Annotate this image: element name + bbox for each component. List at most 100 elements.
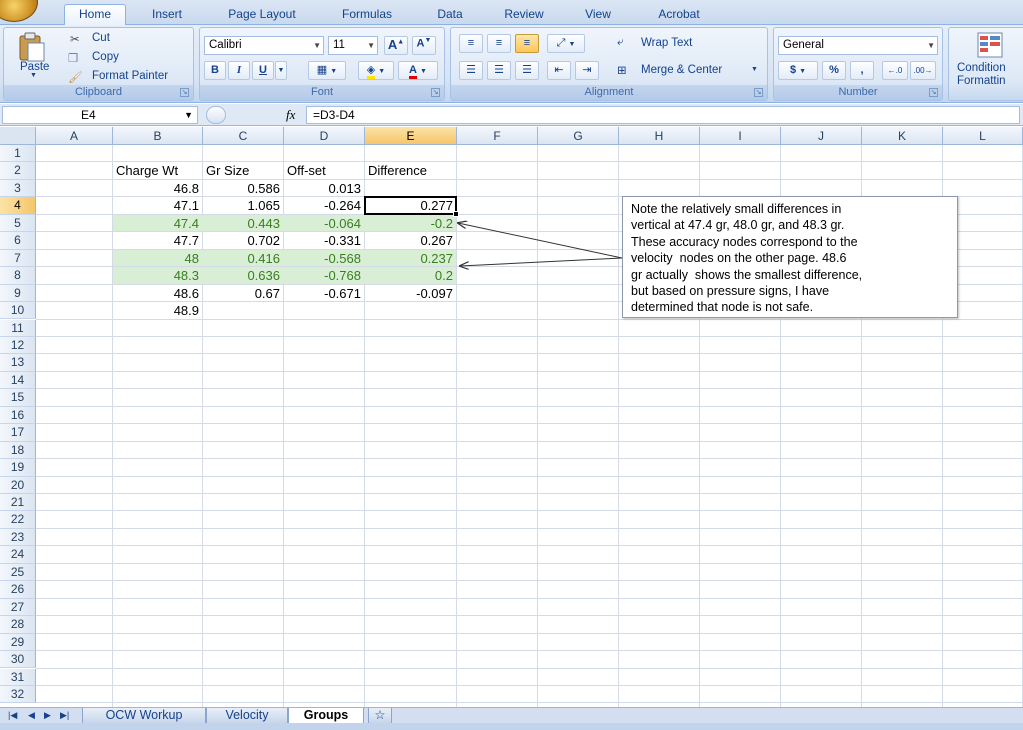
cell-b10[interactable]: 48.9 xyxy=(113,302,202,319)
cell-c6[interactable]: 0.702 xyxy=(203,232,283,249)
row-header-26[interactable]: 26 xyxy=(0,581,36,599)
row-header-6[interactable]: 6 xyxy=(0,232,36,250)
cell-d2[interactable]: Off-set xyxy=(284,162,364,179)
row-header-13[interactable]: 13 xyxy=(0,354,36,372)
prev-sheet-icon[interactable]: ◀ xyxy=(28,710,35,721)
cell-d10[interactable] xyxy=(284,302,364,319)
cell-c4[interactable]: 1.065 xyxy=(203,197,283,214)
cell-d8[interactable]: -0.768 xyxy=(284,267,364,284)
column-header-d[interactable]: D xyxy=(284,127,365,145)
paste-icon[interactable] xyxy=(16,32,46,62)
cell-e7[interactable]: 0.237 xyxy=(365,250,456,267)
row-header-25[interactable]: 25 xyxy=(0,563,36,582)
cell-b6[interactable]: 47.7 xyxy=(113,232,202,249)
cell-d3[interactable]: 0.013 xyxy=(284,180,364,197)
cell-b5[interactable]: 47.4 xyxy=(113,215,202,232)
grow-font-button[interactable]: A▲ xyxy=(384,36,408,55)
cell-b3[interactable]: 46.8 xyxy=(113,180,202,197)
row-header-16[interactable]: 16 xyxy=(0,406,36,425)
cell-e6[interactable]: 0.267 xyxy=(365,232,456,249)
cell-e10[interactable] xyxy=(365,302,456,319)
cell-c8[interactable]: 0.636 xyxy=(203,267,283,284)
row-header-12[interactable]: 12 xyxy=(0,336,36,355)
dialog-launcher-icon[interactable]: ↘ xyxy=(431,88,440,97)
format-painter-button[interactable]: Format Painter xyxy=(92,70,168,82)
name-box[interactable]: E4 ▼ xyxy=(2,106,198,124)
row-header-21[interactable]: 21 xyxy=(0,494,36,512)
sheet-tab-ocw-workup[interactable]: OCW Workup xyxy=(82,708,206,724)
select-all-corner[interactable] xyxy=(0,127,36,145)
cell-b2[interactable]: Charge Wt xyxy=(113,162,202,179)
tab-review[interactable]: Review xyxy=(492,5,556,25)
font-color-button[interactable]: A ▼ xyxy=(398,61,438,80)
column-header-c[interactable]: C xyxy=(203,127,284,145)
cell-e2[interactable]: Difference xyxy=(365,162,456,179)
worksheet-grid[interactable]: A B C D E F G H I J K L 1 2 3 4 5 6 7 8 9 10 11 12 13 14 15 16 17 18 1… xyxy=(0,127,1023,707)
row-header-24[interactable]: 24 xyxy=(0,546,36,564)
row-header-22[interactable]: 22 xyxy=(0,511,36,529)
paste-dropdown-icon[interactable]: ▼ xyxy=(30,72,37,79)
borders-button[interactable]: ▦ ▼ xyxy=(308,61,346,80)
sheet-tab-groups[interactable]: Groups xyxy=(288,708,364,724)
column-header-a[interactable]: A xyxy=(36,127,113,145)
wrap-text-button[interactable]: Wrap Text xyxy=(641,37,692,49)
dialog-launcher-icon[interactable]: ↘ xyxy=(754,88,763,97)
cut-button[interactable]: Cut xyxy=(92,32,110,44)
column-header-g[interactable]: G xyxy=(538,127,619,145)
tab-formulas[interactable]: Formulas xyxy=(326,5,408,25)
increase-indent-button[interactable]: ⇥ xyxy=(575,61,599,80)
tab-acrobat[interactable]: Acrobat xyxy=(640,5,718,25)
cell-b4[interactable]: 47.1 xyxy=(113,197,202,214)
cell-d4[interactable]: -0.264 xyxy=(284,197,364,214)
chevron-down-icon[interactable]: ▼ xyxy=(367,37,375,54)
row-header-8[interactable]: 8 xyxy=(0,267,36,285)
row-header-11[interactable]: 11 xyxy=(0,319,36,337)
column-header-h[interactable]: H xyxy=(619,127,700,145)
conditional-formatting-button-line2[interactable]: Formattin xyxy=(957,75,1006,87)
cell-e3[interactable] xyxy=(365,180,456,197)
row-header-15[interactable]: 15 xyxy=(0,389,36,407)
insert-worksheet-button[interactable]: ☆ xyxy=(368,708,392,724)
tab-home[interactable]: Home xyxy=(64,4,126,26)
bold-button[interactable]: B xyxy=(204,61,226,80)
row-header-1[interactable]: 1 xyxy=(0,145,36,163)
cell-b7[interactable]: 48 xyxy=(113,250,202,267)
column-header-k[interactable]: K xyxy=(862,127,943,145)
row-header-7[interactable]: 7 xyxy=(0,249,36,268)
dialog-launcher-icon[interactable]: ↘ xyxy=(180,88,189,97)
fill-handle[interactable] xyxy=(453,210,459,217)
cell-d7[interactable]: -0.568 xyxy=(284,250,364,267)
insert-function-icon[interactable]: fx xyxy=(286,107,295,123)
cell-c3[interactable]: 0.586 xyxy=(203,180,283,197)
cell-e9[interactable]: -0.097 xyxy=(365,285,456,302)
sheet-tab-velocity[interactable]: Velocity xyxy=(206,708,288,724)
tab-view[interactable]: View xyxy=(570,5,626,25)
column-header-e[interactable]: E xyxy=(365,127,457,145)
cell-c9[interactable]: 0.67 xyxy=(203,285,283,302)
row-header-23[interactable]: 23 xyxy=(0,528,36,547)
row-header-29[interactable]: 29 xyxy=(0,633,36,652)
last-sheet-icon[interactable]: ▶| xyxy=(60,710,69,721)
currency-button[interactable]: $ ▼ xyxy=(778,61,818,80)
column-header-f[interactable]: F xyxy=(457,127,538,145)
row-header-9[interactable]: 9 xyxy=(0,284,36,303)
copy-button[interactable]: Copy xyxy=(92,51,119,63)
row-header-5[interactable]: 5 xyxy=(0,214,36,233)
align-center-button[interactable]: ☰ xyxy=(487,61,511,80)
row-header-2[interactable]: 2 xyxy=(0,162,36,180)
merge-dropdown-icon[interactable]: ▼ xyxy=(751,66,758,73)
cell-c5[interactable]: 0.443 xyxy=(203,215,283,232)
row-header-10[interactable]: 10 xyxy=(0,302,36,320)
tab-data[interactable]: Data xyxy=(424,5,476,25)
chevron-down-icon[interactable]: ▼ xyxy=(313,37,321,54)
cell-e5[interactable]: -0.2 xyxy=(365,215,456,232)
row-header-14[interactable]: 14 xyxy=(0,371,36,390)
row-header-4[interactable]: 4 xyxy=(0,197,36,215)
active-cell-e4[interactable] xyxy=(364,196,459,217)
row-header-27[interactable]: 27 xyxy=(0,598,36,617)
conditional-formatting-button[interactable]: Condition xyxy=(957,62,1006,74)
dialog-launcher-icon[interactable]: ↘ xyxy=(929,88,938,97)
increase-decimal-button[interactable]: ←.0 xyxy=(882,61,908,80)
orientation-button[interactable]: ⤢ ▼ xyxy=(547,34,585,53)
underline-dropdown-icon[interactable]: ▼ xyxy=(275,61,287,80)
